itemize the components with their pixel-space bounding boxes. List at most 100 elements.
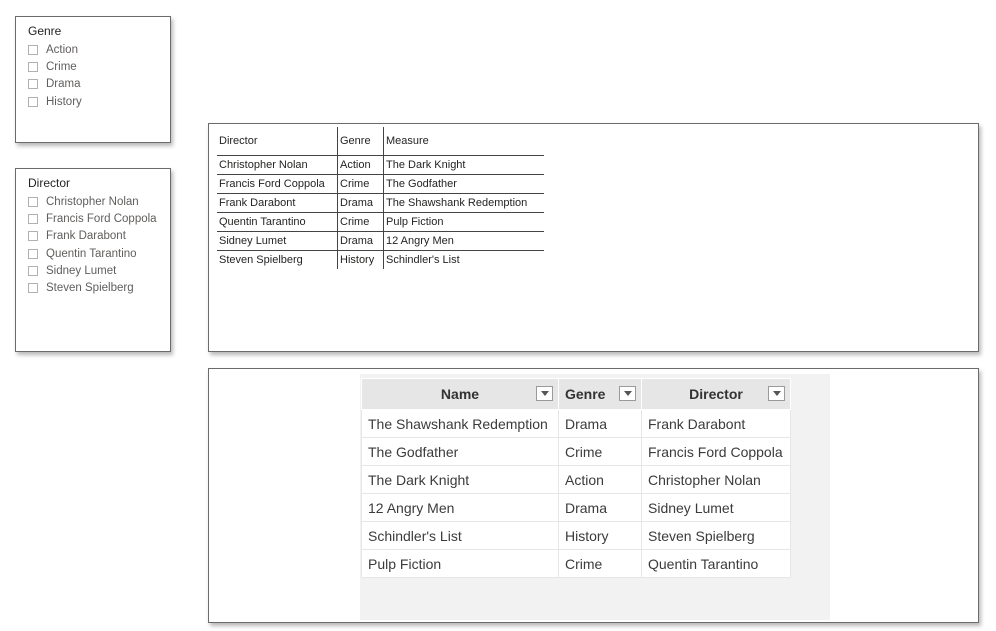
table-cell: Francis Ford Coppola bbox=[641, 437, 791, 466]
table-cell: Action bbox=[337, 155, 384, 175]
slicer-item-label: Frank Darabont bbox=[46, 230, 126, 243]
matrix-visual: Director Genre Measure Christopher Nolan… bbox=[208, 123, 979, 352]
table-cell: Drama bbox=[337, 231, 384, 251]
slicer-item-quentin-tarantino[interactable]: Quentin Tarantino bbox=[28, 245, 157, 262]
table-cell: The Shawshank Redemption bbox=[383, 193, 544, 213]
table-row: Schindler's List History Steven Spielber… bbox=[361, 521, 791, 550]
slicer-item-label: History bbox=[46, 95, 82, 108]
slicer-item-crime[interactable]: Crime bbox=[28, 58, 82, 75]
slicer-item-christopher-nolan[interactable]: Christopher Nolan bbox=[28, 193, 157, 210]
table-cell: The Dark Knight bbox=[383, 155, 544, 175]
table-cell: Drama bbox=[558, 409, 642, 438]
source-table-image: Name Genre Director The Shawshank Redemp bbox=[360, 374, 830, 620]
table-cell: 12 Angry Men bbox=[383, 231, 544, 251]
slicer-item-action[interactable]: Action bbox=[28, 41, 82, 58]
slicer-item-steven-spielberg[interactable]: Steven Spielberg bbox=[28, 279, 157, 296]
table-cell: Frank Darabont bbox=[217, 193, 338, 213]
slicer-item-label: Steven Spielberg bbox=[46, 282, 134, 295]
table-cell: 12 Angry Men bbox=[361, 493, 559, 522]
table-row: The Dark Knight Action Christopher Nolan bbox=[361, 465, 791, 494]
table-row: Sidney Lumet Drama 12 Angry Men bbox=[217, 231, 544, 251]
column-header-label: Director bbox=[689, 386, 743, 402]
table-cell: History bbox=[558, 521, 642, 550]
checkbox-icon[interactable] bbox=[28, 61, 38, 72]
table-cell: Drama bbox=[337, 193, 384, 213]
table-row: Francis Ford Coppola Crime The Godfather bbox=[217, 174, 544, 194]
slicer-item-frank-darabont[interactable]: Frank Darabont bbox=[28, 228, 157, 245]
table-cell: The Dark Knight bbox=[361, 465, 559, 494]
table-cell: Sidney Lumet bbox=[641, 493, 791, 522]
column-header-director[interactable]: Director bbox=[217, 127, 338, 156]
table-cell: Crime bbox=[558, 549, 642, 578]
column-header-label: Name bbox=[440, 386, 480, 402]
table-cell: Schindler's List bbox=[361, 521, 559, 550]
table-cell: Steven Spielberg bbox=[217, 250, 338, 269]
checkbox-icon[interactable] bbox=[28, 213, 38, 224]
checkbox-icon[interactable] bbox=[28, 283, 38, 294]
table-cell: The Shawshank Redemption bbox=[361, 409, 559, 438]
table-row: Quentin Tarantino Crime Pulp Fiction bbox=[217, 212, 544, 232]
slicer-item-label: Christopher Nolan bbox=[46, 195, 139, 208]
genre-slicer: Genre Action Crime Drama History bbox=[15, 16, 171, 143]
slicer-item-label: Quentin Tarantino bbox=[46, 247, 137, 260]
table-cell: Christopher Nolan bbox=[217, 155, 338, 175]
checkbox-icon[interactable] bbox=[28, 79, 38, 90]
table-cell: Action bbox=[558, 465, 642, 494]
filter-dropdown-icon[interactable] bbox=[768, 386, 785, 401]
table-cell: Quentin Tarantino bbox=[641, 549, 791, 578]
source-table-header-row: Name Genre Director bbox=[361, 378, 791, 410]
genre-slicer-list: Action Crime Drama History bbox=[28, 41, 82, 110]
table-cell: Schindler's List bbox=[386, 254, 460, 266]
genre-slicer-title: Genre bbox=[28, 24, 62, 38]
slicer-item-label: Sidney Lumet bbox=[46, 264, 117, 277]
table-cell: Drama bbox=[558, 493, 642, 522]
table-cell: Pulp Fiction bbox=[383, 212, 544, 232]
matrix-header-row: Director Genre Measure bbox=[217, 127, 544, 156]
table-row: Frank Darabont Drama The Shawshank Redem… bbox=[217, 193, 544, 213]
slicer-item-history[interactable]: History bbox=[28, 93, 82, 110]
table-cell: Quentin Tarantino bbox=[217, 212, 338, 232]
column-header-measure[interactable]: Measure bbox=[383, 127, 544, 156]
slicer-item-label: Drama bbox=[46, 78, 81, 91]
director-slicer: Director Christopher Nolan Francis Ford … bbox=[15, 168, 171, 352]
checkbox-icon[interactable] bbox=[28, 265, 38, 276]
slicer-item-label: Francis Ford Coppola bbox=[46, 212, 157, 225]
table-cell: The Godfather bbox=[361, 437, 559, 466]
director-slicer-title: Director bbox=[28, 176, 71, 190]
source-table: Name Genre Director The Shawshank Redemp bbox=[361, 378, 791, 578]
checkbox-icon[interactable] bbox=[28, 231, 38, 242]
table-cell: History bbox=[337, 250, 384, 269]
column-header-genre: Genre bbox=[558, 378, 642, 410]
director-slicer-list: Christopher Nolan Francis Ford Coppola F… bbox=[28, 193, 157, 297]
slicer-item-label: Action bbox=[46, 43, 78, 56]
slicer-item-drama[interactable]: Drama bbox=[28, 76, 82, 93]
table-row: Pulp Fiction Crime Quentin Tarantino bbox=[361, 549, 791, 578]
filter-dropdown-icon[interactable] bbox=[536, 386, 553, 401]
column-header-label: Genre bbox=[565, 386, 606, 402]
slicer-item-francis-ford-coppola[interactable]: Francis Ford Coppola bbox=[28, 210, 157, 227]
matrix-table: Director Genre Measure Christopher Nolan… bbox=[217, 127, 544, 269]
table-cell: Francis Ford Coppola bbox=[217, 174, 338, 194]
table-cell: The Godfather bbox=[383, 174, 544, 194]
checkbox-icon[interactable] bbox=[28, 44, 38, 55]
checkbox-icon[interactable] bbox=[28, 248, 38, 259]
table-row: Steven Spielberg History Schindler's Lis… bbox=[217, 250, 544, 269]
filter-dropdown-icon[interactable] bbox=[619, 386, 636, 401]
slicer-item-sidney-lumet[interactable]: Sidney Lumet bbox=[28, 262, 157, 279]
table-row: 12 Angry Men Drama Sidney Lumet bbox=[361, 493, 791, 522]
table-row: The Godfather Crime Francis Ford Coppola bbox=[361, 437, 791, 466]
table-cell: Christopher Nolan bbox=[641, 465, 791, 494]
table-row: The Shawshank Redemption Drama Frank Dar… bbox=[361, 409, 791, 438]
table-cell: Crime bbox=[337, 212, 384, 232]
slicer-item-label: Crime bbox=[46, 60, 77, 73]
table-cell: Steven Spielberg bbox=[641, 521, 791, 550]
table-cell: Crime bbox=[337, 174, 384, 194]
column-header-genre[interactable]: Genre bbox=[337, 127, 384, 156]
table-row: Christopher Nolan Action The Dark Knight bbox=[217, 155, 544, 175]
checkbox-icon[interactable] bbox=[28, 196, 38, 207]
column-header-director: Director bbox=[641, 378, 791, 410]
table-cell: Frank Darabont bbox=[641, 409, 791, 438]
checkbox-icon[interactable] bbox=[28, 96, 38, 107]
source-table-card: Name Genre Director The Shawshank Redemp bbox=[208, 368, 979, 623]
table-cell: Sidney Lumet bbox=[217, 231, 338, 251]
